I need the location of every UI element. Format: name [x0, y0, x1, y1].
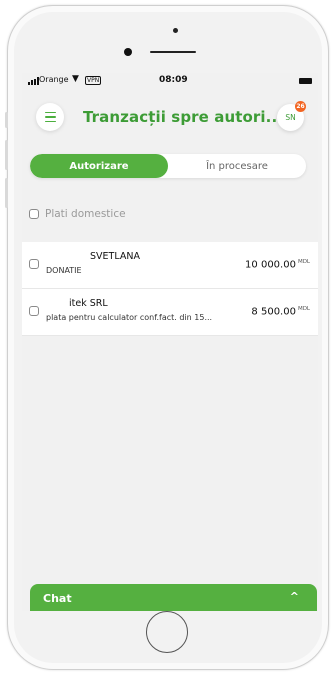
transaction-description: DONATIE — [46, 266, 82, 275]
amount-value: 8 500.00 — [251, 306, 296, 318]
notification-badge: 26 — [295, 101, 306, 112]
amount-value: 10 000.00 — [245, 259, 296, 271]
side-button-volume-up — [5, 140, 8, 170]
side-button-mute — [5, 112, 8, 128]
tab-switcher: Autorizare În procesare — [30, 154, 306, 178]
wifi-icon: ▼ — [72, 74, 79, 84]
select-all-checkbox[interactable] — [29, 209, 39, 219]
row-checkbox[interactable] — [29, 306, 39, 316]
menu-icon-line — [44, 120, 56, 123]
menu-icon-line — [44, 116, 56, 118]
app-header: Tranzacții spre autori... SN 26 — [22, 93, 318, 149]
menu-button[interactable] — [36, 103, 64, 131]
transaction-name: itek SRL — [69, 298, 108, 309]
transaction-name: SVETLANA — [90, 251, 140, 262]
page-title: Tranzacții spre autori... — [83, 108, 284, 126]
transaction-row[interactable]: itek SRL plata pentru calculator conf.fa… — [22, 289, 318, 336]
row-checkbox[interactable] — [29, 259, 39, 269]
transaction-amount: 10 000.00 MDL — [245, 259, 310, 270]
earpiece-speaker — [150, 51, 196, 53]
battery-icon — [299, 78, 312, 84]
status-time: 08:09 — [159, 75, 188, 85]
currency-label: MDL — [297, 259, 310, 265]
chat-label: Chat — [43, 592, 72, 605]
menu-icon — [44, 111, 56, 114]
chat-bar[interactable]: Chat ^ — [30, 584, 317, 611]
front-camera — [124, 48, 132, 56]
transaction-description: plata pentru calculator conf.fact. din 1… — [46, 313, 213, 322]
side-button-volume-down — [5, 178, 8, 208]
transaction-amount: 8 500.00 MDL — [251, 306, 310, 317]
proximity-sensor — [173, 28, 178, 33]
carrier-name: Orange — [39, 75, 69, 84]
section-header: Plati domestice — [29, 208, 126, 220]
tab-in-procesare[interactable]: În procesare — [168, 154, 306, 178]
signal-icon — [28, 77, 39, 85]
section-label: Plati domestice — [45, 208, 126, 220]
status-bar: Orange ▼ VPN 08:09 — [22, 73, 318, 89]
transaction-row[interactable]: SVETLANA DONATIE 10 000.00 MDL — [22, 242, 318, 289]
transaction-list: SVETLANA DONATIE 10 000.00 MDL itek SRL p… — [22, 242, 318, 336]
chevron-up-icon[interactable]: ^ — [290, 590, 299, 603]
home-button[interactable] — [146, 611, 188, 653]
currency-label: MDL — [297, 306, 310, 312]
vpn-indicator: VPN — [85, 76, 102, 85]
app-screen: Orange ▼ VPN 08:09 Tranzacții spre autor… — [22, 73, 318, 611]
tab-autorizare[interactable]: Autorizare — [30, 154, 168, 178]
